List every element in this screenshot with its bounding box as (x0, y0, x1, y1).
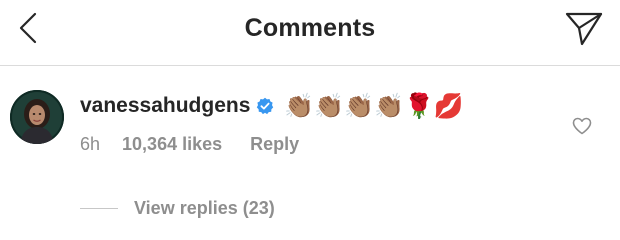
comment-timestamp: 6h (80, 134, 101, 154)
direct-message-button[interactable] (562, 9, 606, 53)
verified-badge-icon (256, 97, 274, 115)
comment-meta: 6h 10,364 likes Reply (80, 134, 560, 155)
heart-outline-icon (572, 117, 592, 140)
page-title: Comments (244, 14, 376, 42)
comments-screen: Comments vanessahudgens 👏🏽👏🏽👏🏽👏🏽🌹💋 6h 10… (0, 0, 620, 240)
like-comment-button[interactable] (570, 116, 594, 140)
view-replies-button[interactable]: View replies (23) (80, 198, 275, 219)
view-replies-label: View replies (23) (134, 198, 275, 218)
comment-line: vanessahudgens 👏🏽👏🏽👏🏽👏🏽🌹💋 (80, 92, 560, 120)
comment-text: 👏🏽👏🏽👏🏽👏🏽🌹💋 (284, 92, 464, 120)
header-bar: Comments (0, 0, 620, 66)
reply-button[interactable]: Reply (250, 134, 299, 155)
comment-body: vanessahudgens 👏🏽👏🏽👏🏽👏🏽🌹💋 6h 10,364 like… (80, 92, 560, 155)
paper-plane-icon (565, 11, 603, 52)
comment-username[interactable]: vanessahudgens (80, 94, 250, 118)
comment-likes-count[interactable]: 10,364 likes (122, 134, 222, 155)
avatar[interactable] (10, 90, 64, 144)
comment-item: vanessahudgens 👏🏽👏🏽👏🏽👏🏽🌹💋 6h 10,364 like… (0, 66, 620, 240)
replies-divider (80, 208, 118, 209)
